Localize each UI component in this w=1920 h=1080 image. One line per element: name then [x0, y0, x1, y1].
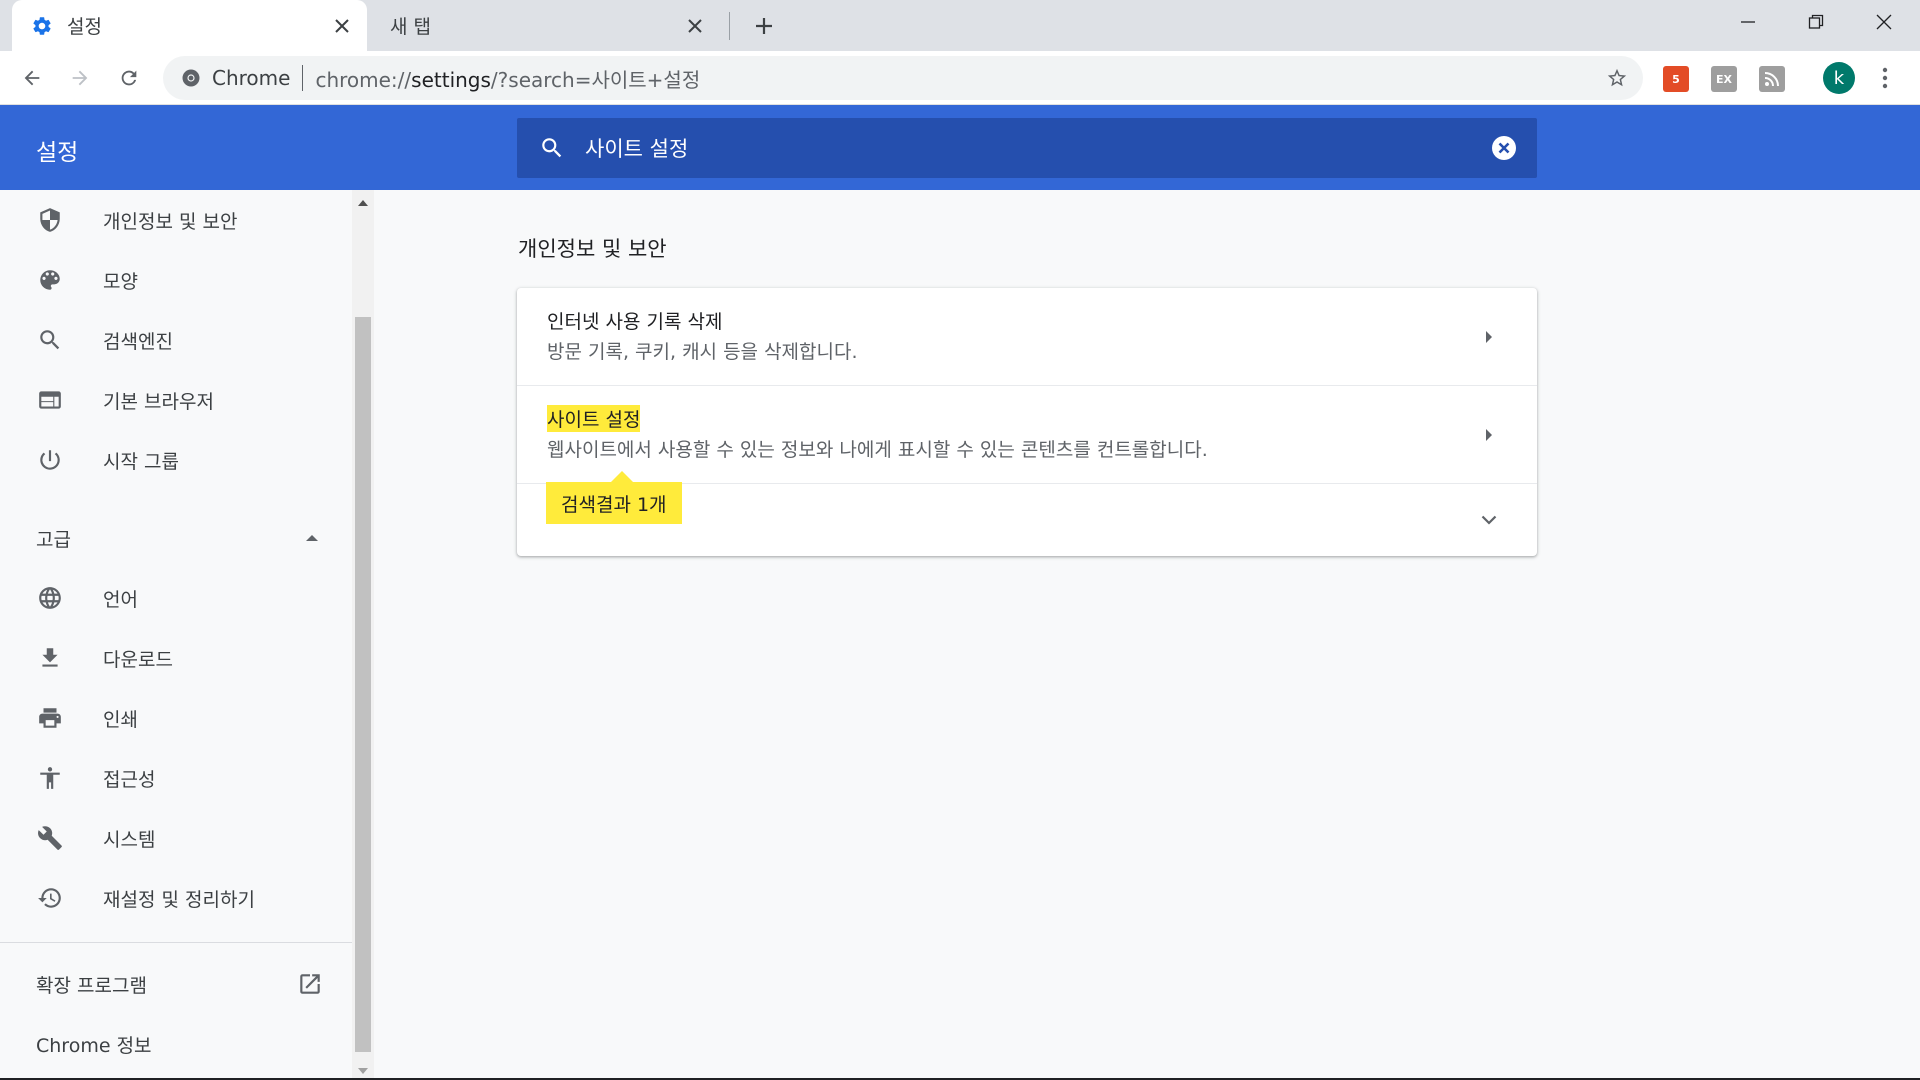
sidebar-item-downloads[interactable]: 다운로드: [0, 628, 352, 688]
sidebar-divider: [0, 942, 352, 943]
settings-header: 설정: [0, 105, 1920, 190]
sidebar-item-label: 모양: [103, 270, 138, 293]
sidebar-item-on-startup[interactable]: 시작 그룹: [0, 430, 352, 490]
back-button[interactable]: [16, 62, 48, 94]
html5-extension-icon[interactable]: 5: [1663, 66, 1689, 92]
sidebar-item-accessibility[interactable]: 접근성: [0, 748, 352, 808]
tab-title: 설정: [67, 16, 102, 38]
power-icon: [36, 446, 64, 474]
open-in-new-icon: [296, 970, 324, 998]
advanced-label: 고급: [36, 528, 71, 551]
profile-avatar[interactable]: k: [1823, 62, 1855, 94]
tab-title: 새 탭: [390, 16, 431, 38]
tab-new-tab[interactable]: 새 탭: [378, 0, 720, 51]
sidebar-item-label: Chrome 정보: [36, 1034, 152, 1057]
sidebar-item-label: 다운로드: [103, 648, 173, 671]
row-subtitle: 방문 기록, 쿠키, 캐시 등을 삭제합니다.: [547, 341, 858, 363]
sidebar-item-search-engine[interactable]: 검색엔진: [0, 310, 352, 370]
profile-initial: k: [1833, 67, 1845, 89]
sidebar-item-label: 시작 그룹: [103, 450, 179, 473]
row-subtitle: 웹사이트에서 사용할 수 있는 정보와 나에게 표시할 수 있는 콘텐츠를 컨트…: [547, 439, 1208, 461]
url-rest: /?search=사이트+설정: [490, 67, 701, 92]
close-tab-icon[interactable]: [682, 13, 708, 39]
sidebar-item-system[interactable]: 시스템: [0, 808, 352, 868]
row-title: 사이트 설정: [547, 405, 641, 432]
section-title: 개인정보 및 보안: [518, 237, 667, 261]
extension-label: EX: [1716, 72, 1732, 86]
search-icon: [537, 133, 567, 163]
clear-browsing-data-row[interactable]: 인터넷 사용 기록 삭제 방문 기록, 쿠키, 캐시 등을 삭제합니다.: [517, 288, 1537, 386]
search-bubble-tip: [611, 471, 633, 482]
settings-sidebar: 개인정보 및 보안 모양 검색엔진 기본 브라우저 시작 그룹 고급 언어 다운…: [0, 190, 352, 1078]
new-tab-button[interactable]: [748, 10, 780, 42]
download-icon: [36, 644, 64, 672]
sidebar-item-label: 언어: [103, 588, 138, 611]
caret-up-icon: [300, 526, 324, 550]
sidebar-item-appearance[interactable]: 모양: [0, 250, 352, 310]
chevron-down-icon: [1479, 510, 1499, 530]
gear-icon: [30, 14, 54, 38]
tab-settings[interactable]: 설정: [12, 0, 367, 51]
scroll-up-arrow-icon[interactable]: [352, 194, 374, 212]
tab-strip: 설정 새 탭: [0, 0, 1920, 51]
url-text: chrome://settings/?search=사이트+설정: [315, 64, 700, 93]
search-result-bubble: 검색결과 1개: [546, 482, 682, 524]
sidebar-item-label: 접근성: [103, 768, 156, 791]
search-icon: [36, 326, 64, 354]
palette-icon: [36, 266, 64, 294]
close-window-button[interactable]: [1850, 0, 1918, 44]
url-host: settings: [411, 67, 491, 92]
close-tab-icon[interactable]: [329, 13, 355, 39]
forward-button[interactable]: [64, 62, 96, 94]
row-title: 인터넷 사용 기록 삭제: [547, 311, 723, 333]
chrome-chip: Chrome: [212, 66, 291, 90]
omnibox-separator: [302, 65, 304, 91]
sidebar-item-extensions[interactable]: 확장 프로그램: [0, 958, 352, 1010]
sidebar-scrollbar[interactable]: [352, 190, 374, 1080]
printer-icon: [36, 704, 64, 732]
sidebar-item-label: 확장 프로그램: [36, 974, 147, 997]
arrow-right-icon: [1479, 327, 1499, 347]
browser-window-icon: [36, 386, 64, 414]
page-title: 설정: [36, 140, 79, 166]
wrench-icon: [36, 824, 64, 852]
tab-separator: [729, 12, 730, 40]
sidebar-item-privacy[interactable]: 개인정보 및 보안: [0, 190, 352, 250]
clear-search-icon[interactable]: [1489, 133, 1519, 163]
rss-extension-icon[interactable]: [1759, 66, 1785, 92]
bookmark-star-icon[interactable]: [1605, 66, 1629, 90]
settings-search-box[interactable]: [517, 118, 1537, 178]
settings-search-input[interactable]: [585, 128, 1489, 168]
sidebar-item-languages[interactable]: 언어: [0, 568, 352, 628]
reload-button[interactable]: [113, 62, 145, 94]
restore-button[interactable]: [1782, 0, 1850, 44]
url-prefix: chrome://: [315, 67, 412, 92]
sidebar-item-default-browser[interactable]: 기본 브라우저: [0, 370, 352, 430]
restore-icon: [36, 884, 64, 912]
ex-extension-icon[interactable]: EX: [1711, 66, 1737, 92]
sidebar-item-label: 시스템: [103, 828, 156, 851]
sidebar-item-label: 검색엔진: [103, 330, 173, 353]
extension-label: 5: [1672, 72, 1680, 86]
toolbar: Chrome chrome://settings/?search=사이트+설정 …: [0, 51, 1920, 105]
accessibility-icon: [36, 764, 64, 792]
sidebar-item-about-chrome[interactable]: Chrome 정보: [0, 1018, 352, 1070]
sidebar-item-label: 기본 브라우저: [103, 390, 214, 413]
address-bar[interactable]: Chrome chrome://settings/?search=사이트+설정: [163, 56, 1643, 100]
more-menu-icon[interactable]: [1873, 62, 1897, 94]
arrow-right-icon: [1479, 425, 1499, 445]
sidebar-item-reset[interactable]: 재설정 및 정리하기: [0, 868, 352, 928]
sidebar-advanced-toggle[interactable]: 고급: [0, 512, 352, 564]
search-result-count: 검색결과 1개: [561, 493, 667, 516]
chrome-icon: [180, 67, 202, 89]
minimize-button[interactable]: [1714, 0, 1782, 44]
sidebar-item-printing[interactable]: 인쇄: [0, 688, 352, 748]
shield-icon: [36, 206, 64, 234]
sidebar-item-label: 인쇄: [103, 708, 138, 731]
site-settings-row[interactable]: 사이트 설정 웹사이트에서 사용할 수 있는 정보와 나에게 표시할 수 있는 …: [517, 386, 1537, 484]
scrollbar-thumb[interactable]: [355, 317, 371, 1052]
globe-icon: [36, 584, 64, 612]
sidebar-item-label: 개인정보 및 보안: [103, 210, 238, 233]
sidebar-item-label: 재설정 및 정리하기: [103, 888, 255, 911]
